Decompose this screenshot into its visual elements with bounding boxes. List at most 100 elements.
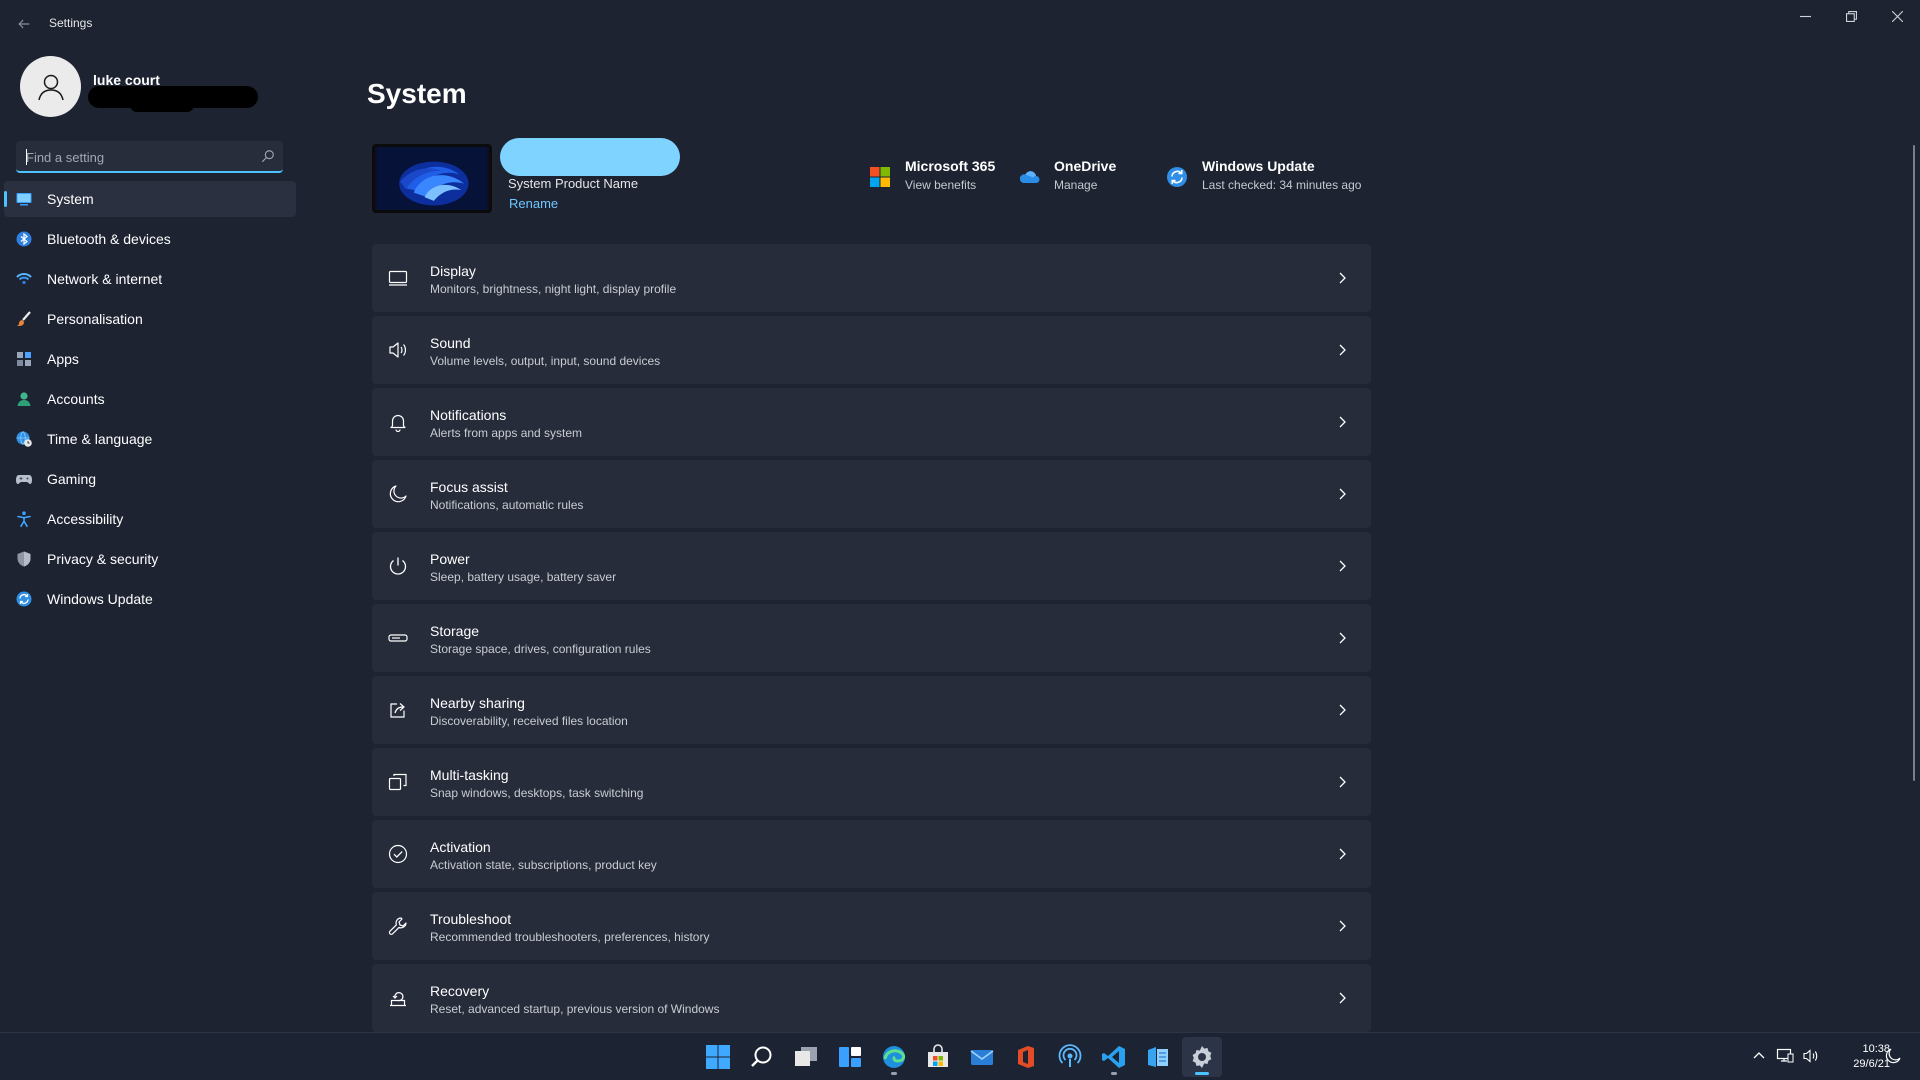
volume-tray-button[interactable] bbox=[1802, 1047, 1822, 1067]
sidebar-item-apps[interactable]: Apps bbox=[4, 341, 296, 377]
running-indicator bbox=[891, 1072, 897, 1075]
taskbar-search-button[interactable] bbox=[742, 1037, 782, 1077]
chevron-right-icon bbox=[1335, 631, 1349, 645]
row-subtitle: Notifications, automatic rules bbox=[430, 498, 584, 512]
avatar[interactable] bbox=[20, 56, 81, 117]
running-indicator bbox=[1111, 1072, 1117, 1075]
sidebar-item-accounts[interactable]: Accounts bbox=[4, 381, 296, 417]
sidebar-item-personalisation[interactable]: Personalisation bbox=[4, 301, 296, 337]
taskbar-clock[interactable]: 10:38 29/6/21 bbox=[1830, 1042, 1890, 1072]
brush-icon bbox=[16, 311, 32, 327]
volume-icon bbox=[1803, 1049, 1818, 1063]
quick-link-windows-update[interactable]: Windows Update Last checked: 34 minutes … bbox=[1166, 158, 1361, 198]
taskbar-app-mail[interactable] bbox=[962, 1037, 1002, 1077]
clock-time: 10:38 bbox=[1862, 1043, 1890, 1055]
settings-row-activation[interactable]: Activation Activation state, subscriptio… bbox=[372, 820, 1371, 888]
podcast-icon bbox=[1058, 1044, 1082, 1067]
quick-link-onedrive[interactable]: OneDrive Manage bbox=[1018, 158, 1116, 198]
wrench-icon bbox=[388, 916, 408, 936]
accessibility-icon bbox=[16, 511, 32, 527]
settings-row-display[interactable]: Display Monitors, brightness, night ligh… bbox=[372, 244, 1371, 312]
person-icon bbox=[37, 74, 64, 100]
scrollbar[interactable] bbox=[1913, 145, 1915, 781]
back-arrow-icon[interactable] bbox=[12, 12, 36, 36]
network-tray-button[interactable] bbox=[1776, 1047, 1796, 1067]
quick-link-subtitle: Manage bbox=[1054, 178, 1098, 192]
taskbar-app-podcast[interactable] bbox=[1050, 1037, 1090, 1077]
sidebar-item-bluetooth[interactable]: Bluetooth & devices bbox=[4, 221, 296, 257]
task-view-button[interactable] bbox=[786, 1037, 826, 1077]
search-box[interactable] bbox=[16, 141, 283, 173]
redacted-email-overflow bbox=[130, 98, 194, 112]
chevron-right-icon bbox=[1335, 487, 1349, 501]
settings-row-troubleshoot[interactable]: Troubleshoot Recommended troubleshooters… bbox=[372, 892, 1371, 960]
settings-row-focus-assist[interactable]: Focus assist Notifications, automatic ru… bbox=[372, 460, 1371, 528]
settings-row-sound[interactable]: Sound Volume levels, output, input, soun… bbox=[372, 316, 1371, 384]
sidebar-item-label: System bbox=[47, 191, 94, 207]
sidebar-item-windows-update[interactable]: Windows Update bbox=[4, 581, 296, 617]
settings-list: Display Monitors, brightness, night ligh… bbox=[372, 244, 1371, 1036]
search-input[interactable] bbox=[26, 147, 246, 167]
settings-row-nearby-sharing[interactable]: Nearby sharing Discoverability, received… bbox=[372, 676, 1371, 744]
taskbar: 10:38 29/6/21 bbox=[0, 1032, 1920, 1080]
widgets-button[interactable] bbox=[830, 1037, 870, 1077]
row-title: Notifications bbox=[430, 407, 507, 423]
row-subtitle: Alerts from apps and system bbox=[430, 426, 583, 440]
sidebar-item-gaming[interactable]: Gaming bbox=[4, 461, 296, 497]
sidebar-nav: System Bluetooth & devices Network & int… bbox=[4, 181, 296, 621]
start-button[interactable] bbox=[698, 1037, 738, 1077]
wifi-icon bbox=[16, 271, 32, 287]
update-icon bbox=[1166, 166, 1188, 188]
recovery-icon bbox=[388, 988, 408, 1008]
close-icon bbox=[1891, 10, 1903, 22]
row-subtitle: Storage space, drives, configuration rul… bbox=[430, 642, 651, 656]
quick-link-title: OneDrive bbox=[1054, 158, 1117, 174]
taskbar-app-files[interactable] bbox=[1138, 1037, 1178, 1077]
search-icon[interactable] bbox=[261, 149, 275, 163]
row-subtitle: Discoverability, received files location bbox=[430, 714, 628, 728]
taskbar-app-edge[interactable] bbox=[874, 1037, 914, 1077]
settings-row-power[interactable]: Power Sleep, battery usage, battery save… bbox=[372, 532, 1371, 600]
sidebar-item-time-language[interactable]: Time & language bbox=[4, 421, 296, 457]
taskbar-app-settings[interactable] bbox=[1182, 1037, 1222, 1077]
quick-link-microsoft-365[interactable]: Microsoft 365 View benefits bbox=[869, 158, 995, 198]
office-icon bbox=[1018, 1046, 1034, 1068]
chevron-right-icon bbox=[1335, 775, 1349, 789]
speaker-icon bbox=[388, 340, 408, 360]
taskbar-app-office[interactable] bbox=[1006, 1037, 1046, 1077]
active-indicator bbox=[1195, 1072, 1209, 1075]
chevron-up-icon bbox=[1753, 1052, 1765, 1059]
page-title: System bbox=[367, 78, 467, 109]
bell-icon bbox=[388, 412, 408, 433]
taskbar-app-store[interactable] bbox=[918, 1037, 958, 1077]
chevron-right-icon bbox=[1335, 271, 1349, 285]
sidebar-item-label: Accounts bbox=[47, 391, 105, 407]
monitor-icon bbox=[16, 191, 32, 207]
close-button[interactable] bbox=[1874, 0, 1920, 32]
settings-row-recovery[interactable]: Recovery Reset, advanced startup, previo… bbox=[372, 964, 1371, 1032]
app-title: Settings bbox=[49, 16, 93, 30]
store-icon bbox=[928, 1044, 948, 1067]
sidebar-item-accessibility[interactable]: Accessibility bbox=[4, 501, 296, 537]
sidebar-item-privacy[interactable]: Privacy & security bbox=[4, 541, 296, 577]
settings-row-multi-tasking[interactable]: Multi-tasking Snap windows, desktops, ta… bbox=[372, 748, 1371, 816]
device-wallpaper-thumbnail bbox=[372, 144, 492, 213]
minimize-button[interactable] bbox=[1782, 0, 1828, 32]
restore-button[interactable] bbox=[1828, 0, 1874, 32]
edge-icon bbox=[883, 1046, 906, 1068]
row-subtitle: Reset, advanced startup, previous versio… bbox=[430, 1002, 720, 1016]
settings-row-storage[interactable]: Storage Storage space, drives, configura… bbox=[372, 604, 1371, 672]
show-hidden-icons-button[interactable] bbox=[1750, 1047, 1770, 1067]
sidebar-item-label: Time & language bbox=[47, 431, 153, 447]
taskbar-app-vscode[interactable] bbox=[1094, 1037, 1134, 1077]
sidebar-item-label: Accessibility bbox=[47, 511, 124, 527]
sidebar-item-network[interactable]: Network & internet bbox=[4, 261, 296, 297]
chevron-right-icon bbox=[1335, 343, 1349, 357]
settings-row-notifications[interactable]: Notifications Alerts from apps and syste… bbox=[372, 388, 1371, 456]
sidebar-item-label: Network & internet bbox=[47, 271, 163, 287]
sidebar-item-label: Personalisation bbox=[47, 311, 143, 327]
rename-link[interactable]: Rename bbox=[509, 196, 558, 211]
sidebar-item-system[interactable]: System bbox=[4, 181, 296, 217]
row-title: Focus assist bbox=[430, 479, 508, 495]
focus-assist-tray-button[interactable] bbox=[1884, 1047, 1904, 1067]
